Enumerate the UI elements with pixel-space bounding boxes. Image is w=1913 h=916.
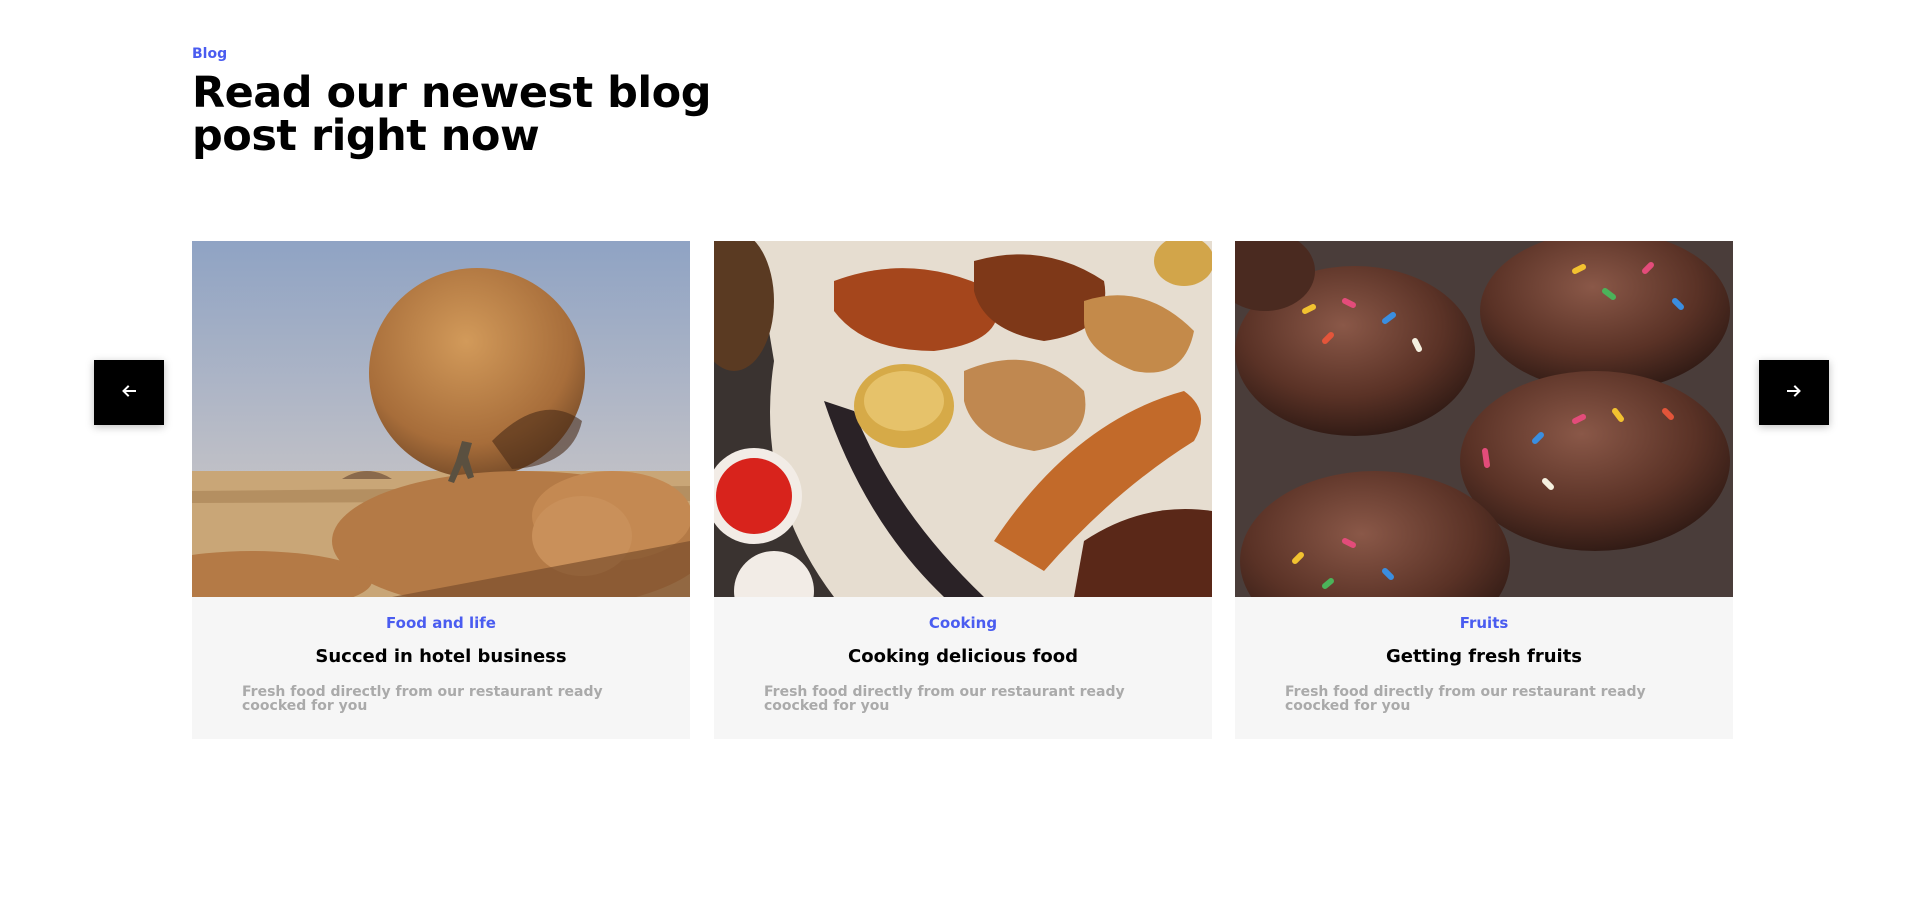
card-category[interactable]: Food and life <box>192 614 690 632</box>
card-title[interactable]: Getting fresh fruits <box>1235 646 1733 667</box>
card-title[interactable]: Succed in hotel business <box>192 646 690 667</box>
section-eyebrow: Blog <box>192 46 228 62</box>
blog-card[interactable]: Fruits Getting fresh fruits Fresh food d… <box>1235 241 1733 739</box>
card-excerpt: Fresh food directly from our restaurant … <box>1285 684 1646 714</box>
blog-card[interactable]: Cooking Cooking delicious food Fresh foo… <box>714 241 1212 739</box>
card-category[interactable]: Fruits <box>1235 614 1733 632</box>
desert-boulder-photo[interactable] <box>192 241 690 597</box>
grilled-meat-photo[interactable] <box>714 241 1212 597</box>
carousel-next-button[interactable] <box>1759 360 1829 425</box>
section-heading: Read our newest blog post right now <box>192 68 712 161</box>
arrow-right-icon <box>1786 383 1802 403</box>
arrow-left-icon <box>121 383 137 403</box>
card-excerpt: Fresh food directly from our restaurant … <box>764 684 1125 714</box>
carousel-prev-button[interactable] <box>94 360 164 425</box>
card-excerpt: Fresh food directly from our restaurant … <box>242 684 603 714</box>
card-title[interactable]: Cooking delicious food <box>714 646 1212 667</box>
card-category[interactable]: Cooking <box>714 614 1212 632</box>
blog-card[interactable]: Food and life Succed in hotel business F… <box>192 241 690 739</box>
chocolate-cupcakes-photo[interactable] <box>1235 241 1733 597</box>
blog-section: Blog Read our newest blog post right now <box>0 0 1913 916</box>
